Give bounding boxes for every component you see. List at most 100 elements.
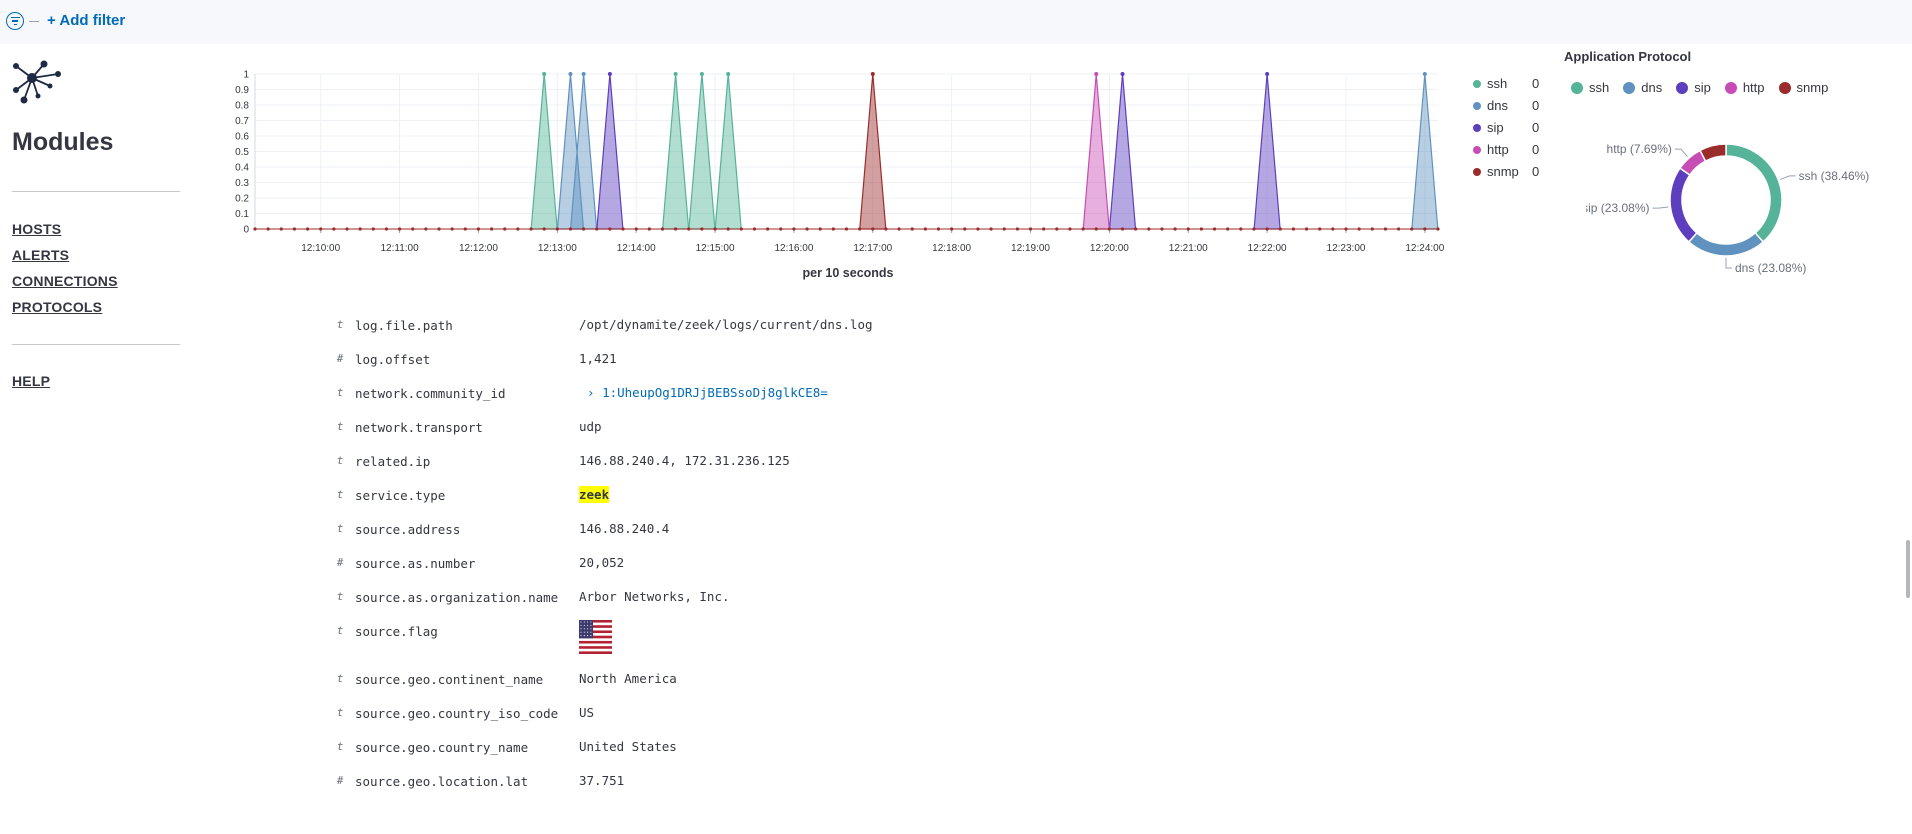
zero-point xyxy=(1318,227,1322,231)
zero-point xyxy=(358,227,362,231)
zero-point xyxy=(1304,227,1309,231)
filter-icon[interactable] xyxy=(6,12,24,30)
donut-legend-item-dns[interactable]: dns xyxy=(1623,80,1662,95)
field-name: source.geo.location.lat xyxy=(355,774,529,789)
highlighted-value: zeek xyxy=(579,486,610,503)
legend-item-snmp[interactable]: snmp 0 xyxy=(1468,163,1548,185)
protocol-histogram-chart: 00.10.20.30.40.50.60.70.80.91 12:10:00 12… xyxy=(235,70,1445,281)
data-point-dns[interactable] xyxy=(581,72,586,76)
zero-point xyxy=(305,227,310,231)
legend-value: 0 xyxy=(1532,98,1540,113)
zero-point xyxy=(884,227,888,231)
add-filter-button[interactable]: + Add filter xyxy=(47,12,125,29)
y-tick-label: 1 xyxy=(243,70,249,81)
field-value: 37.751 xyxy=(579,773,625,788)
zero-point xyxy=(897,227,901,231)
field-type-icon: t xyxy=(336,624,344,637)
donut-slice-ssh[interactable] xyxy=(1725,143,1783,243)
zero-point xyxy=(1357,227,1361,231)
legend-item-http[interactable]: http 0 xyxy=(1468,141,1548,163)
zero-point xyxy=(871,227,875,231)
field-value: 146.88.240.4 xyxy=(579,521,670,536)
field-value: zeek xyxy=(579,486,610,503)
zero-point xyxy=(792,227,796,231)
nav-link-alerts[interactable]: ALERTS xyxy=(12,247,69,263)
data-point-ssh[interactable] xyxy=(726,72,731,76)
x-tick-label: 12:23:00 xyxy=(1327,243,1366,254)
donut-slice-dns[interactable] xyxy=(1687,231,1765,257)
zero-point xyxy=(989,227,993,231)
data-point-snmp[interactable] xyxy=(870,72,875,76)
donut-slice-snmp[interactable] xyxy=(1698,143,1727,163)
legend-swatch xyxy=(1724,81,1737,94)
zero-point xyxy=(384,227,389,231)
zero-point xyxy=(1028,227,1033,231)
zero-point xyxy=(1134,227,1138,231)
data-point-http[interactable] xyxy=(1094,72,1099,76)
donut-legend-item-ssh[interactable]: ssh xyxy=(1571,80,1609,95)
data-point-sip[interactable] xyxy=(607,72,612,76)
community-id-link[interactable]: 1:UheupOg1DRJjBEBSsoDj8glkCE8= xyxy=(602,385,828,400)
data-point-ssh[interactable] xyxy=(542,72,547,76)
legend-swatch xyxy=(1778,81,1791,94)
us-flag-icon xyxy=(579,620,612,654)
donut-legend-item-snmp[interactable]: snmp xyxy=(1778,80,1828,95)
zero-point xyxy=(634,227,638,231)
y-tick-label: 0.9 xyxy=(235,85,249,96)
field-value: 146.88.240.4, 172.31.236.125 xyxy=(579,453,790,468)
scrollbar[interactable] xyxy=(1906,540,1910,598)
legend-swatch xyxy=(1623,81,1636,94)
donut-legend-item-sip[interactable]: sip xyxy=(1676,80,1711,95)
x-tick-label: 12:13:00 xyxy=(538,243,577,254)
data-point-dns[interactable] xyxy=(568,72,573,76)
field-type-icon: t xyxy=(336,590,344,603)
legend-value: 0 xyxy=(1532,142,1540,157)
donut-slice-label: ssh (38.46%) xyxy=(1799,169,1870,183)
legend-item-ssh[interactable]: ssh 0 xyxy=(1468,75,1548,97)
zero-point xyxy=(1396,227,1401,231)
table-row: t source.flag xyxy=(330,616,1230,664)
legend-label: ssh xyxy=(1487,76,1508,91)
donut-legend-item-http[interactable]: http xyxy=(1724,80,1765,95)
chart-legend: ssh 0 dns 0 sip 0 http 0 snmp 0 xyxy=(1468,75,1548,185)
zero-point xyxy=(1436,227,1440,231)
data-point-sip[interactable] xyxy=(1265,72,1270,76)
nav-link-hosts[interactable]: HOSTS xyxy=(12,221,61,237)
chart-series xyxy=(530,72,1439,230)
zero-point xyxy=(1055,227,1059,231)
donut-label-leader xyxy=(1652,206,1669,209)
nav-link-connections[interactable]: CONNECTIONS xyxy=(12,273,118,289)
data-point-ssh[interactable] xyxy=(673,72,678,76)
legend-swatch xyxy=(1473,168,1481,176)
nav-link-protocols[interactable]: PROTOCOLS xyxy=(12,299,102,315)
x-tick-label: 12:21:00 xyxy=(1169,243,1208,254)
zero-point xyxy=(1186,227,1190,231)
field-value[interactable]: › 1:UheupOg1DRJjBEBSsoDj8glkCE8= xyxy=(579,385,828,400)
zero-point xyxy=(1120,227,1125,231)
zero-point xyxy=(844,227,849,231)
zero-point xyxy=(1015,227,1019,231)
table-row: t source.geo.continent_name North America xyxy=(330,664,1230,698)
field-name: source.geo.country_name xyxy=(355,740,529,755)
legend-item-dns[interactable]: dns 0 xyxy=(1468,97,1548,119)
legend-label: http xyxy=(1742,80,1765,95)
nav-link-help[interactable]: HELP xyxy=(12,373,50,389)
zero-point xyxy=(1160,227,1164,231)
zero-point xyxy=(279,227,283,231)
donut-slice-sip[interactable] xyxy=(1669,167,1698,243)
data-point-dns[interactable] xyxy=(1422,72,1427,76)
zero-point xyxy=(503,227,507,231)
zero-point xyxy=(779,227,783,231)
table-row: # source.geo.location.lat 37.751 xyxy=(330,766,1230,800)
data-point-ssh[interactable] xyxy=(699,72,704,76)
y-tick-label: 0.1 xyxy=(235,209,249,220)
data-point-sip[interactable] xyxy=(1120,72,1125,76)
y-tick-label: 0.2 xyxy=(235,194,249,205)
zero-point xyxy=(529,227,533,231)
table-row: # source.as.number 20,052 xyxy=(330,548,1230,582)
legend-item-sip[interactable]: sip 0 xyxy=(1468,119,1548,141)
zero-point xyxy=(1278,227,1282,231)
legend-swatch xyxy=(1473,146,1481,154)
field-type-icon: t xyxy=(336,318,344,331)
field-type-icon: t xyxy=(336,386,344,399)
